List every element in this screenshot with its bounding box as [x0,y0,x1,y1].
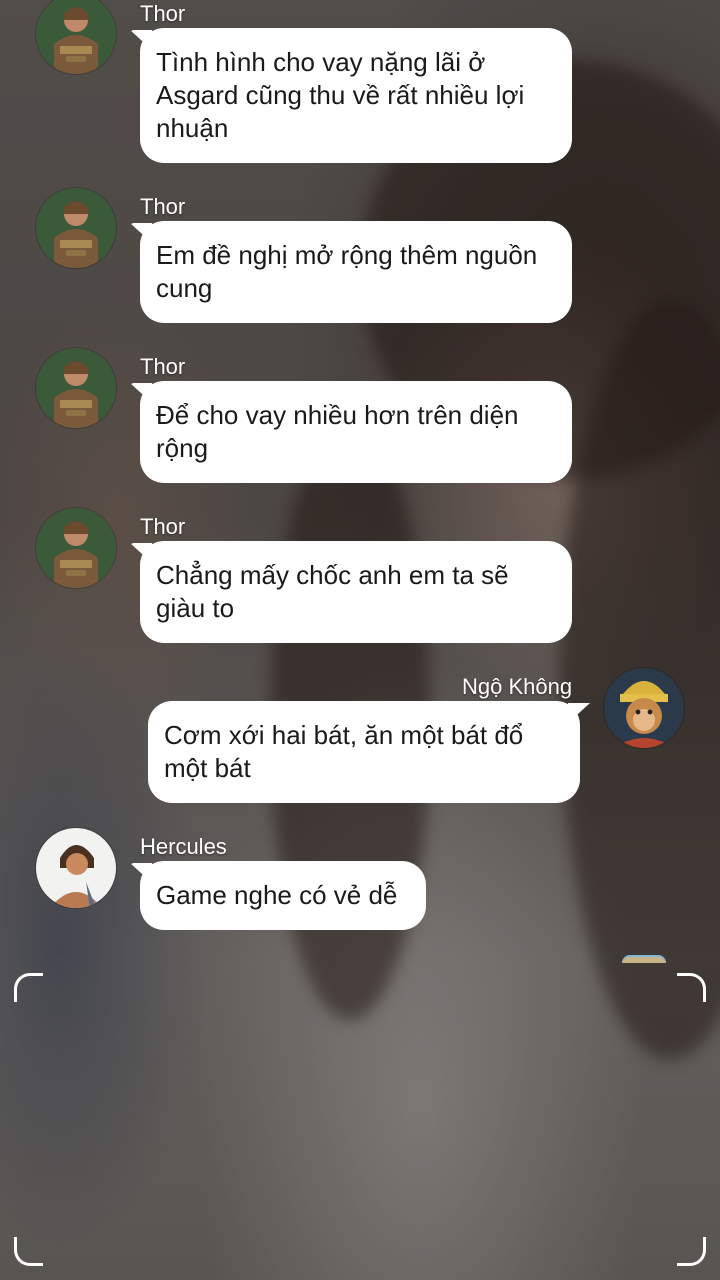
viewfinder-corner-icon [14,1237,43,1266]
message-bubble[interactable]: Tình hình cho vay nặng lãi ở Asgard cũng… [140,28,572,163]
message-bubble[interactable]: Chẳng mấy chốc anh em ta sẽ giàu to [140,541,572,643]
message-bubble[interactable]: Em đề nghị mở rộng thêm nguồn cung [140,221,572,323]
avatar-peek [622,955,666,963]
sender-name: Ngộ Không [462,674,573,699]
thor-avatar[interactable] [36,188,116,268]
viewfinder-corner-icon [677,973,706,1002]
thor-avatar[interactable] [36,508,116,588]
hercules-avatar[interactable] [36,828,116,908]
sender-name: Thor [140,354,186,379]
sender-name: Thor [140,514,186,539]
sender-name: Thor [140,1,186,26]
thor-avatar[interactable] [36,348,116,428]
viewfinder-corner-icon [14,973,43,1002]
sender-name: Thor [140,194,186,219]
message-bubble[interactable]: Để cho vay nhiều hơn trên diện rộng [140,381,572,483]
message-bubble[interactable]: Game nghe có vẻ dễ [140,861,426,930]
sun-wukong-avatar[interactable] [604,668,684,748]
message-bubble[interactable]: Cơm xới hai bát, ăn một bát đổ một bát [148,701,580,803]
sender-name: Hercules [140,834,227,859]
